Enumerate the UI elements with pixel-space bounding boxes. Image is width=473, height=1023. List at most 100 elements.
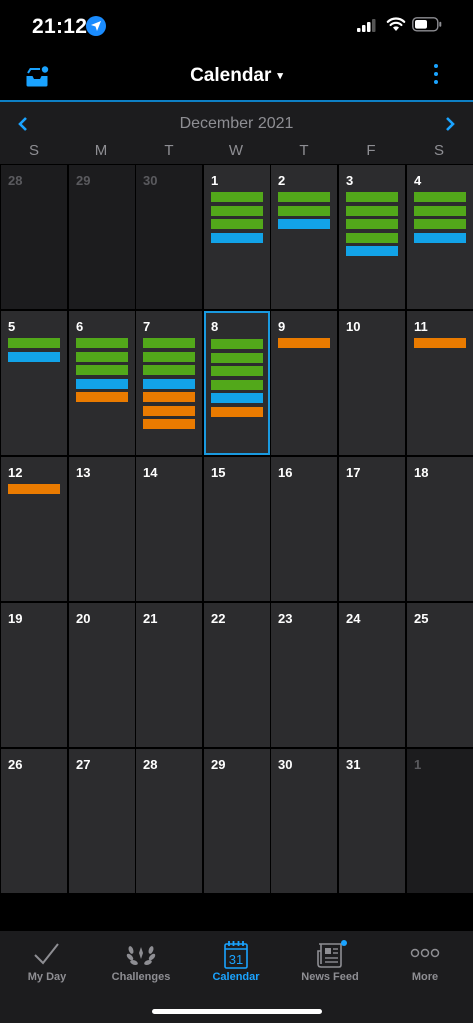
calendar-day[interactable]: 30 [271,749,337,893]
calendar-day[interactable]: 29 [204,749,270,893]
calendar-day[interactable]: 23 [271,603,337,747]
day-number: 12 [8,465,23,480]
weekday-label: S [28,142,39,159]
calendar-day[interactable]: 1 [204,165,270,309]
day-number: 17 [346,465,361,480]
calendar-day[interactable]: 9 [271,311,337,455]
calendar-day[interactable]: 26 [1,749,67,893]
calendar-day[interactable]: 21 [136,603,202,747]
day-number: 7 [143,319,151,334]
tab-label: More [411,971,439,983]
day-number: 30 [143,173,158,188]
event-bar-blue [278,219,330,229]
day-number: 28 [8,173,23,188]
event-bar-green [211,192,263,202]
event-bar-green [346,232,398,243]
event-bar-blue [143,378,195,389]
page-title[interactable]: Calendar ▾ [0,65,473,87]
event-bar-green [211,366,263,376]
location-arrow-icon [86,16,106,36]
day-number: 8 [211,319,219,334]
event-bar-blue [346,246,398,256]
calendar-day[interactable]: 14 [136,457,202,601]
calendar-day[interactable]: 10 [339,311,405,455]
calendar-day[interactable]: 18 [407,457,473,601]
day-number: 9 [278,319,286,334]
status-time: 21:12 [32,15,88,38]
calendar-day[interactable]: 30 [136,165,202,309]
event-bar-orange [211,406,263,417]
calendar-day[interactable]: 27 [69,749,135,893]
calendar-day[interactable]: 12 [1,457,67,601]
more-dots-icon [410,948,440,958]
weekday-label: S [433,142,444,159]
day-number: 24 [346,611,361,626]
calendar-day[interactable]: 15 [204,457,270,601]
calendar-day[interactable]: 1 [407,749,473,893]
event-bar-orange [143,419,195,429]
calendar-day[interactable]: 13 [69,457,135,601]
calendar-day[interactable]: 31 [339,749,405,893]
laurel-icon [126,946,156,965]
event-bar-green [211,219,263,229]
calendar-day[interactable]: 19 [1,603,67,747]
tab-label: My Day [27,971,67,983]
calendar-day[interactable]: 4 [407,165,473,309]
calendar-day[interactable]: 3 [339,165,405,309]
day-number: 3 [346,173,354,188]
event-bar-blue [211,393,263,403]
weekday-label: T [164,142,174,159]
overflow-menu-icon[interactable] [432,64,440,88]
calendar-day[interactable]: 5 [1,311,67,455]
weekday-label: T [299,142,309,159]
calendar-day[interactable]: 2 [271,165,337,309]
calendar-day[interactable]: 20 [69,603,135,747]
calendar-day[interactable]: 28 [1,165,67,309]
event-bar-orange [8,484,60,494]
battery-icon [412,17,442,32]
day-number: 19 [8,611,23,626]
calendar-day[interactable]: 16 [271,457,337,601]
day-number: 4 [414,173,422,188]
event-bar-orange [143,405,195,416]
calendar-day[interactable]: 11 [407,311,473,455]
calendar-day[interactable]: 24 [339,603,405,747]
event-bar-green [8,338,60,348]
event-bar-green [346,192,398,202]
chevron-right-icon[interactable] [443,116,457,132]
cellular-signal-icon [357,19,376,32]
event-bar-green [414,219,466,229]
calendar-day[interactable]: 28 [136,749,202,893]
day-number: 31 [346,757,361,772]
day-number: 6 [76,319,84,334]
event-bar-green [211,205,263,216]
event-bar-green [76,338,128,348]
day-number: 13 [76,465,91,480]
tab-label: Challenges [111,971,171,983]
calendar-day[interactable]: 25 [407,603,473,747]
event-bar-blue [211,232,263,243]
day-number: 18 [414,465,429,480]
status-bar: 21:12 [0,0,473,52]
event-bar-blue [414,232,466,243]
month-label: December 2021 [179,115,294,132]
calendar-day-selected[interactable]: 8 [204,311,270,455]
event-bar-green [143,338,195,348]
calendar-day[interactable]: 17 [339,457,405,601]
app-header: Calendar ▾ [0,52,473,100]
event-bar-green [278,205,330,216]
calendar-day[interactable]: 22 [204,603,270,747]
event-bar-green [278,192,330,202]
day-number: 2 [278,173,286,188]
day-number: 20 [76,611,91,626]
day-number: 16 [278,465,293,480]
event-bar-green [346,205,398,216]
calendar-day[interactable]: 7 [136,311,202,455]
event-bar-green [211,379,263,390]
calendar-day[interactable]: 29 [69,165,135,309]
calendar-day[interactable]: 6 [69,311,135,455]
event-bar-green [211,352,263,363]
home-indicator [152,1009,322,1014]
event-bar-blue [8,351,60,362]
weekday-label: F [366,142,376,159]
